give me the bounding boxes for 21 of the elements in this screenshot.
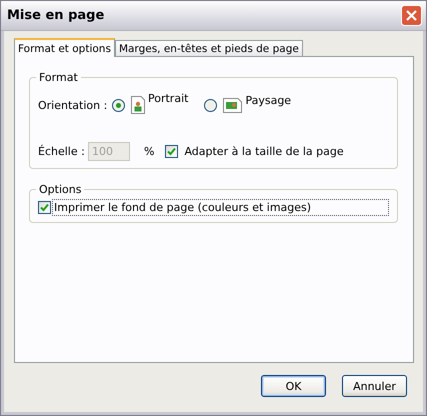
tab[interactable]: Marges, en-têtes et pieds de page <box>114 40 303 56</box>
orientation-label: Orientation : <box>38 98 108 112</box>
checkbox[interactable] <box>165 144 178 158</box>
close-icon[interactable] <box>401 5 422 26</box>
checkbox-label: Adapter à la taille de la page <box>183 144 345 158</box>
checkbox-label: Imprimer le fond de page (couleurs et images) <box>52 199 389 216</box>
radio-label: Paysage <box>245 94 292 106</box>
group-legend: Format <box>36 71 81 84</box>
radio-button[interactable] <box>204 98 218 112</box>
radio-label: Portrait <box>148 92 188 105</box>
landscape-page-icon <box>223 98 242 112</box>
scale-label: Échelle : <box>38 144 86 158</box>
group-legend: Options <box>36 183 84 196</box>
portrait-page-icon <box>131 96 145 114</box>
dialog-button[interactable]: OK <box>261 375 326 397</box>
checkbox[interactable] <box>38 201 51 214</box>
window-title: Mise en page <box>7 8 104 23</box>
percent-label: % <box>144 144 154 158</box>
tab[interactable]: Format et options <box>14 38 115 57</box>
dialog-button[interactable]: Annuler <box>342 375 407 397</box>
radio-button[interactable] <box>112 98 125 112</box>
